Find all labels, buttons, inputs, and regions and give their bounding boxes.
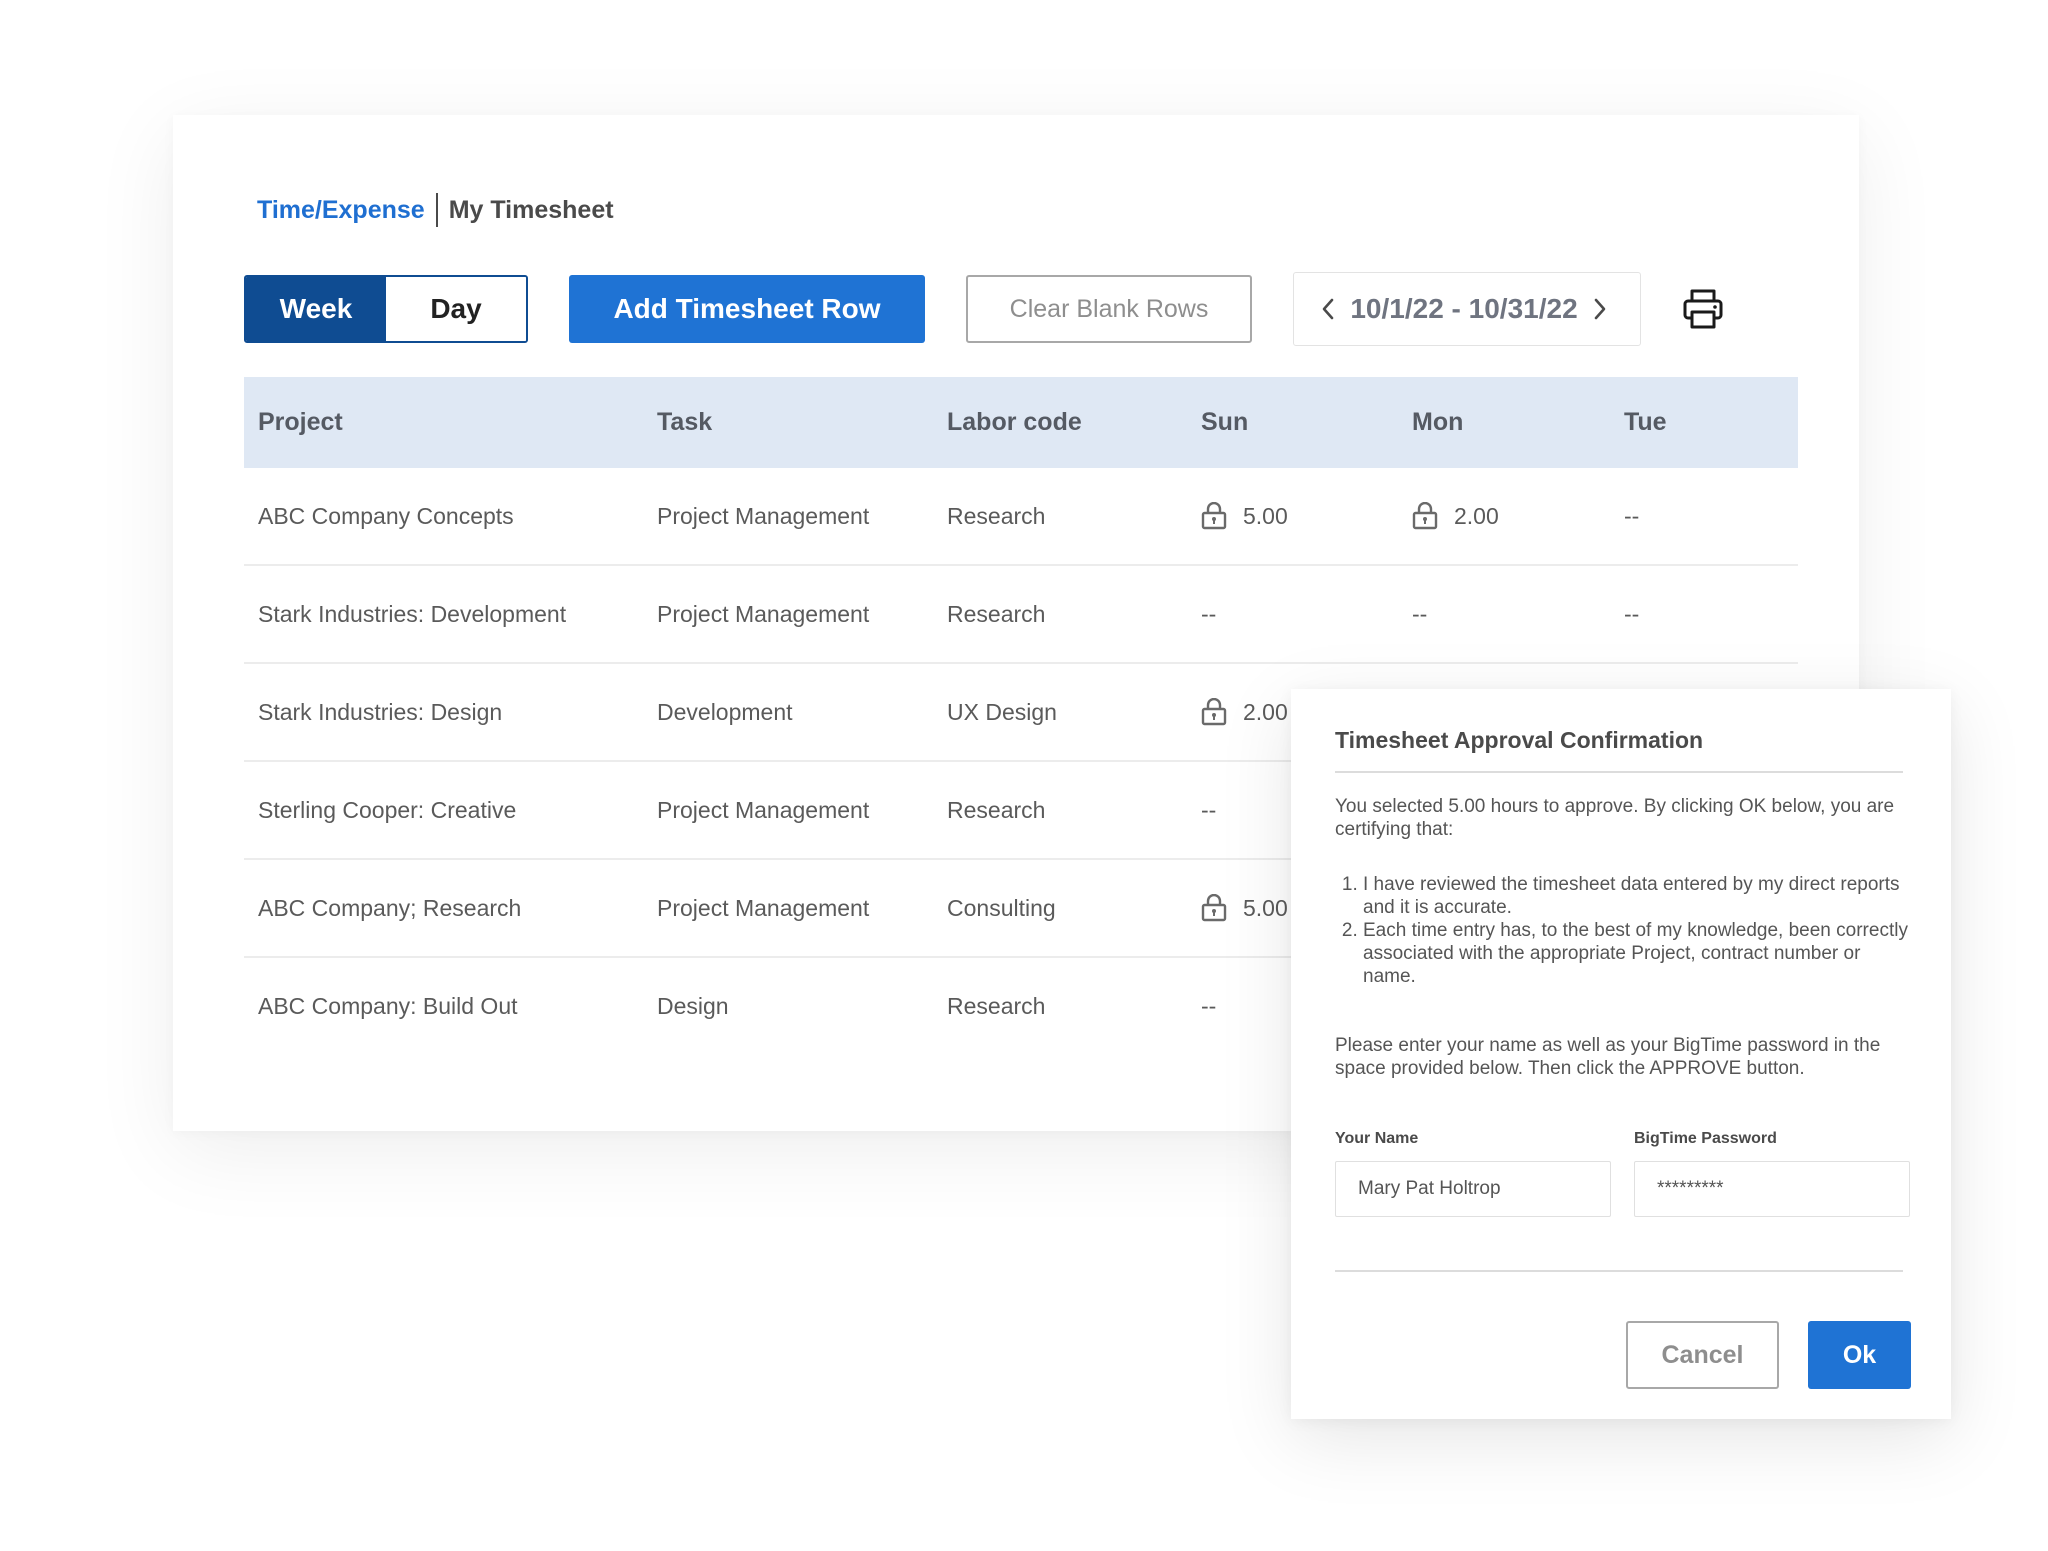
your-name-input[interactable]: [1335, 1161, 1611, 1217]
cell-task: Project Management: [657, 600, 870, 627]
chevron-left-icon[interactable]: [1316, 297, 1340, 321]
cell-project: ABC Company; Research: [258, 894, 522, 921]
column-header-mon[interactable]: Mon: [1412, 377, 1463, 468]
cell-labor-code: Consulting: [947, 894, 1056, 921]
password-label: BigTime Password: [1634, 1130, 1777, 1147]
your-name-label: Your Name: [1335, 1130, 1419, 1147]
printer-icon[interactable]: [1681, 287, 1725, 331]
ok-button[interactable]: Ok: [1808, 1321, 1911, 1389]
cell-labor-code: UX Design: [947, 698, 1057, 725]
date-range-label: 10/1/22 - 10/31/22: [1350, 293, 1578, 324]
cell-sun[interactable]: --: [1201, 566, 1216, 662]
approval-modal: Timesheet Approval Confirmation You sele…: [1291, 689, 1951, 1419]
lock-icon: [1201, 502, 1227, 530]
cell-sun[interactable]: 5.00: [1201, 860, 1288, 956]
cell-mon[interactable]: --: [1412, 566, 1427, 662]
cell-project: Stark Industries: Design: [258, 698, 503, 725]
breadcrumb-link-time-expense[interactable]: Time/Expense: [257, 196, 425, 225]
cell-sun[interactable]: 5.00: [1201, 468, 1288, 564]
lock-icon: [1201, 698, 1227, 726]
clear-blank-rows-button[interactable]: Clear Blank Rows: [966, 275, 1252, 343]
cell-task: Project Management: [657, 796, 870, 823]
certification-list: I have reviewed the timesheet data enter…: [1335, 873, 1913, 988]
cell-labor-code: Research: [947, 992, 1046, 1019]
cell-task: Design: [657, 992, 729, 1019]
column-header-task[interactable]: Task: [657, 377, 712, 468]
breadcrumb-separator: [435, 193, 438, 227]
cell-sun[interactable]: 2.00: [1201, 664, 1288, 760]
cell-labor-code: Research: [947, 502, 1046, 529]
column-header-project[interactable]: Project: [258, 377, 343, 468]
modal-instruction: Please enter your name as well as your B…: [1335, 1035, 1881, 1079]
week-view-button[interactable]: Week: [246, 277, 386, 341]
hours-value: 5.00: [1243, 894, 1288, 921]
cell-project: ABC Company: Build Out: [258, 992, 518, 1019]
password-input[interactable]: [1634, 1161, 1910, 1217]
modal-divider-top: [1335, 771, 1903, 773]
modal-title: Timesheet Approval Confirmation: [1335, 727, 1704, 753]
lock-icon: [1201, 894, 1227, 922]
page-title: My Timesheet: [448, 195, 614, 224]
column-header-labor-code[interactable]: Labor code: [947, 377, 1082, 468]
cell-mon[interactable]: 2.00: [1412, 468, 1499, 564]
cell-project: Sterling Cooper: Creative: [258, 796, 517, 823]
column-header-tue[interactable]: Tue: [1624, 377, 1667, 468]
certification-item: I have reviewed the timesheet data enter…: [1363, 873, 1913, 919]
cell-task: Project Management: [657, 894, 870, 921]
table-row[interactable]: ABC Company Concepts Project Management …: [244, 468, 1798, 566]
hours-value: 2.00: [1454, 502, 1499, 529]
cell-project: ABC Company Concepts: [258, 502, 514, 529]
hours-value: 5.00: [1243, 502, 1288, 529]
certification-item: Each time entry has, to the best of my k…: [1363, 919, 1913, 988]
cell-sun[interactable]: --: [1201, 762, 1216, 858]
cell-task: Development: [657, 698, 793, 725]
cell-tue[interactable]: --: [1624, 468, 1639, 564]
modal-divider-bottom: [1335, 1270, 1903, 1272]
cell-labor-code: Research: [947, 796, 1046, 823]
cell-project: Stark Industries: Development: [258, 600, 567, 627]
view-toggle: Week Day: [244, 275, 528, 343]
chevron-right-icon[interactable]: [1588, 297, 1612, 321]
table-header: Project Task Labor code Sun Mon Tue: [244, 377, 1798, 468]
lock-icon: [1412, 502, 1438, 530]
cell-labor-code: Research: [947, 600, 1046, 627]
table-row[interactable]: Stark Industries: Development Project Ma…: [244, 566, 1798, 664]
cell-tue[interactable]: --: [1624, 566, 1639, 662]
modal-intro: You selected 5.00 hours to approve. By c…: [1335, 796, 1895, 840]
cell-sun[interactable]: --: [1201, 958, 1216, 1054]
hours-value: 2.00: [1243, 698, 1288, 725]
column-header-sun[interactable]: Sun: [1201, 377, 1248, 468]
breadcrumb: Time/Expense My Timesheet: [257, 188, 614, 232]
day-view-button[interactable]: Day: [386, 277, 526, 341]
cell-task: Project Management: [657, 502, 870, 529]
add-timesheet-row-button[interactable]: Add Timesheet Row: [569, 275, 925, 343]
cancel-button[interactable]: Cancel: [1626, 1321, 1779, 1389]
date-range-picker: 10/1/22 - 10/31/22: [1293, 272, 1641, 346]
